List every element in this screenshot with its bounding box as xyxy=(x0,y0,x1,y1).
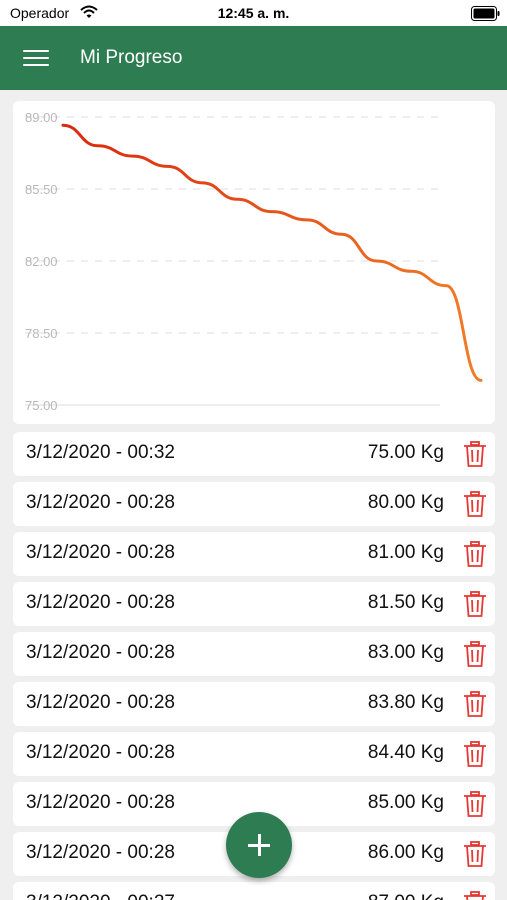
battery-icon xyxy=(471,6,500,21)
y-tick-label: 75.00 xyxy=(25,398,58,413)
y-tick-label: 78.50 xyxy=(25,326,58,341)
entry-weight: 85.00 Kg xyxy=(367,792,444,813)
list-item[interactable]: 3/12/2020 - 00:28 83.00 Kg xyxy=(13,632,495,676)
trash-icon[interactable] xyxy=(460,489,490,519)
trash-icon[interactable] xyxy=(460,589,490,619)
list-item[interactable]: 3/12/2020 - 00:28 81.00 Kg xyxy=(13,532,495,576)
entry-date: 3/12/2020 - 00:27 xyxy=(26,892,175,900)
trash-icon[interactable] xyxy=(460,889,490,900)
add-entry-button[interactable] xyxy=(226,812,292,878)
list-item[interactable]: 3/12/2020 - 00:28 81.50 Kg xyxy=(13,582,495,626)
trash-icon[interactable] xyxy=(460,789,490,819)
list-item[interactable]: 3/12/2020 - 00:28 83.80 Kg xyxy=(13,682,495,726)
trash-icon[interactable] xyxy=(460,839,490,869)
entry-weight: 84.40 Kg xyxy=(367,742,444,763)
entry-date: 3/12/2020 - 00:28 xyxy=(26,842,175,863)
y-tick-label: 82.00 xyxy=(25,254,58,269)
weight-chart-card: 89.00 85.50 82.00 78.50 75.00 xyxy=(13,101,495,424)
list-item[interactable]: 3/12/2020 - 00:28 84.40 Kg xyxy=(13,732,495,776)
entry-date: 3/12/2020 - 00:28 xyxy=(26,492,175,513)
entry-weight: 83.80 Kg xyxy=(367,692,444,713)
entry-date: 3/12/2020 - 00:28 xyxy=(26,592,175,613)
entry-weight: 87.00 Kg xyxy=(368,892,444,900)
list-item[interactable]: 3/12/2020 - 00:28 80.00 Kg xyxy=(13,482,495,526)
app-bar: Mi Progreso xyxy=(0,26,507,90)
entry-weight: 81.00 Kg xyxy=(367,542,444,563)
entry-weight: 75.00 Kg xyxy=(367,442,444,463)
weight-line-chart: 89.00 85.50 82.00 78.50 75.00 xyxy=(25,110,483,413)
entry-date: 3/12/2020 - 00:28 xyxy=(26,692,175,713)
entry-date: 3/12/2020 - 00:28 xyxy=(26,642,175,663)
entry-date: 3/12/2020 - 00:28 xyxy=(26,742,175,763)
entry-weight: 83.00 Kg xyxy=(367,642,444,663)
status-bar: Operador 12:45 a. m. xyxy=(0,0,507,26)
entry-weight: 86.00 Kg xyxy=(367,842,444,863)
trash-icon[interactable] xyxy=(460,739,490,769)
list-item[interactable]: 3/12/2020 - 00:32 75.00 Kg xyxy=(13,432,495,476)
entry-date: 3/12/2020 - 00:28 xyxy=(26,792,175,813)
entry-weight: 81.50 Kg xyxy=(367,592,444,613)
entry-weight: 80.00 Kg xyxy=(367,492,444,513)
hamburger-menu-icon[interactable] xyxy=(17,44,55,72)
weight-series-line xyxy=(61,123,483,382)
entry-date: 3/12/2020 - 00:32 xyxy=(26,442,175,463)
y-tick-label: 89.00 xyxy=(25,110,58,125)
page-title: Mi Progreso xyxy=(80,47,183,68)
trash-icon[interactable] xyxy=(460,639,490,669)
status-time: 12:45 a. m. xyxy=(217,5,290,21)
trash-icon[interactable] xyxy=(460,439,490,469)
trash-icon[interactable] xyxy=(460,689,490,719)
trash-icon[interactable] xyxy=(460,539,490,569)
y-tick-label: 85.50 xyxy=(25,182,58,197)
entry-date: 3/12/2020 - 00:28 xyxy=(26,542,175,563)
list-item[interactable]: 3/12/2020 - 00:27 87.00 Kg xyxy=(13,882,495,900)
